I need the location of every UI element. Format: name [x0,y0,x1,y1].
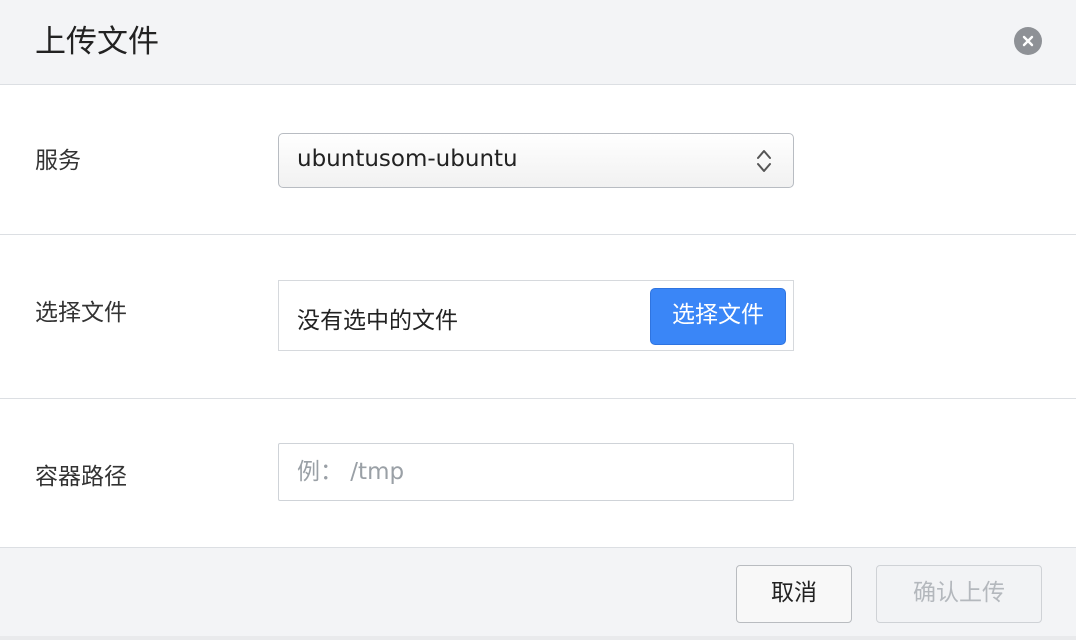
container-path-row: 容器路径 [0,399,1076,547]
service-row: 服务 ubuntusom-ubuntu [0,85,1076,235]
chevron-up-down-icon [757,150,771,172]
file-row: 选择文件 没有选中的文件 选择文件 [0,235,1076,399]
service-select-value: ubuntusom-ubuntu [297,146,518,172]
confirm-upload-button[interactable]: 确认上传 [876,565,1042,623]
close-button[interactable] [1014,27,1042,55]
dialog-footer: 取消 确认上传 [0,547,1076,640]
close-icon [1022,35,1034,47]
service-label: 服务 [35,148,81,174]
dialog-title: 上传文件 [35,24,159,60]
container-path-label: 容器路径 [35,464,127,490]
upload-file-dialog: 上传文件 服务 ubuntusom-ubuntu 选择文件 没有选中的文件 选择… [0,0,1076,640]
file-label: 选择文件 [35,300,127,326]
dialog-header: 上传文件 [0,0,1076,85]
file-status-text: 没有选中的文件 [297,308,458,334]
container-path-input[interactable] [278,443,794,501]
file-picker: 没有选中的文件 选择文件 [278,280,794,351]
page-bottom-edge [0,636,1076,640]
cancel-button[interactable]: 取消 [736,565,852,623]
service-select[interactable]: ubuntusom-ubuntu [278,133,794,188]
choose-file-button[interactable]: 选择文件 [650,288,786,345]
